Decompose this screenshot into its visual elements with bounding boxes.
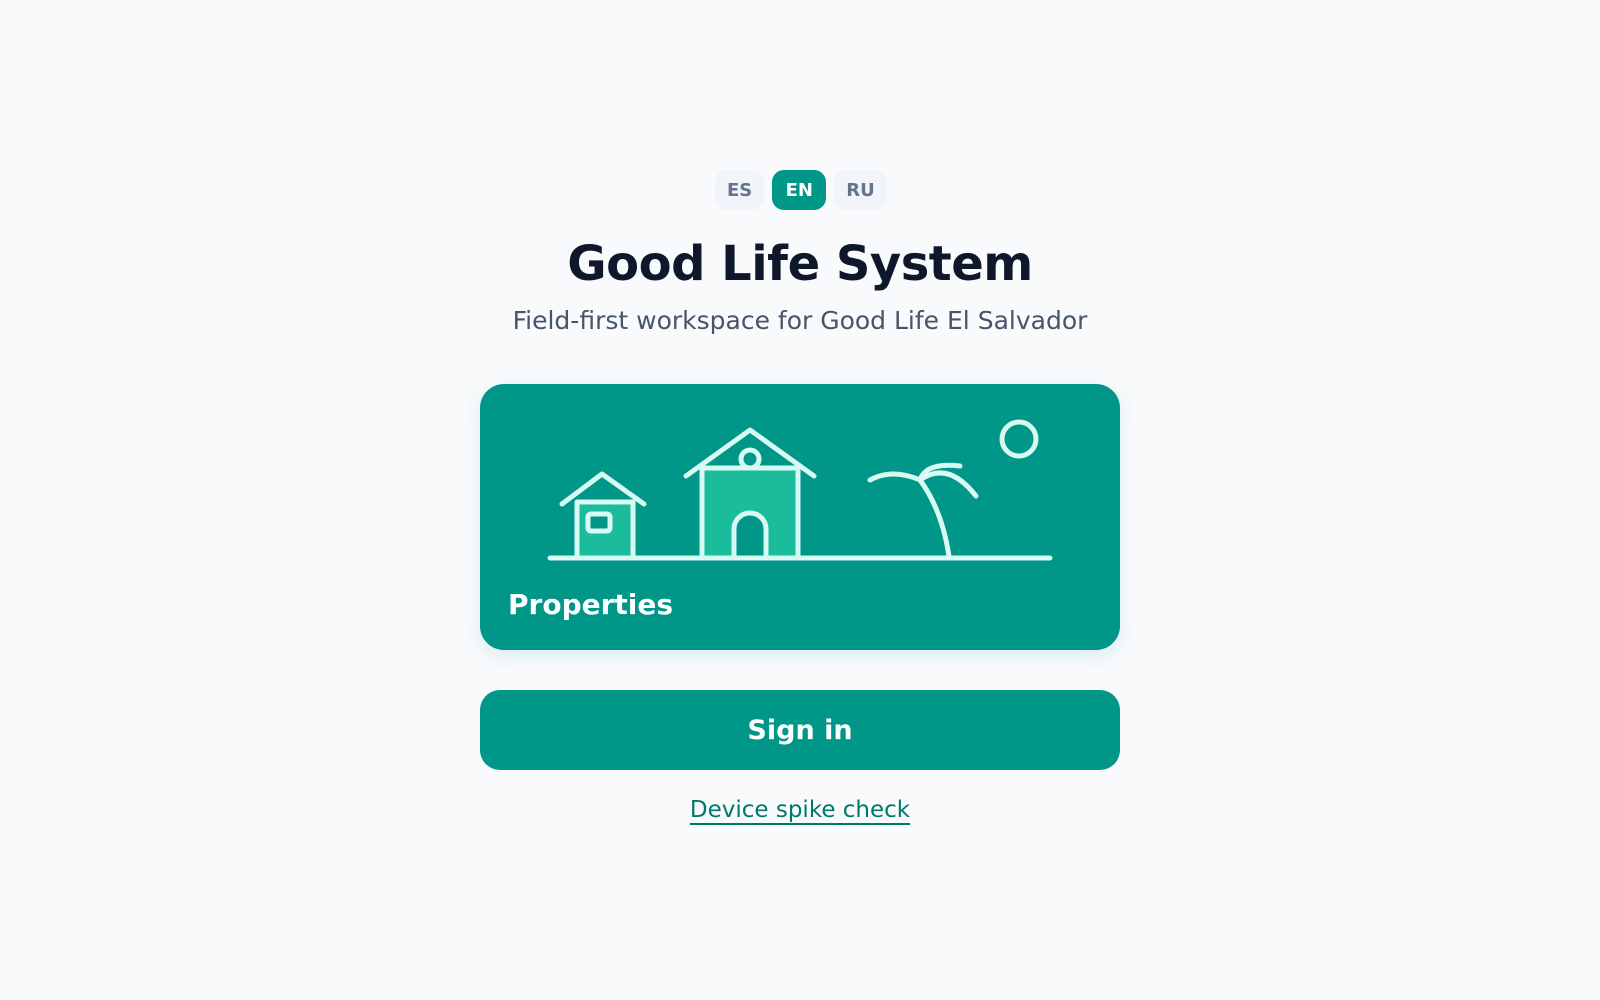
device-spike-check-link[interactable]: Device spike check [690,797,910,823]
palm-tree-icon [867,462,979,559]
sign-in-button[interactable]: Sign in [480,690,1120,770]
language-switcher: ES EN RU [715,170,887,210]
language-en-button[interactable]: EN [772,170,827,210]
small-house-icon [559,471,647,561]
language-ru-button[interactable]: RU [834,170,887,210]
large-house-icon [683,427,817,561]
device-check-container: Device spike check [0,797,1600,823]
login-screen: ES EN RU Good Life System Field-first wo… [0,0,1600,1000]
properties-label: Properties [508,588,674,621]
properties-card[interactable]: Properties [480,384,1120,650]
page-subtitle: Field-first workspace for Good Life El S… [512,306,1088,335]
sun-icon [999,419,1039,459]
page-title: Good Life System [567,236,1033,292]
language-es-button[interactable]: ES [715,170,765,210]
